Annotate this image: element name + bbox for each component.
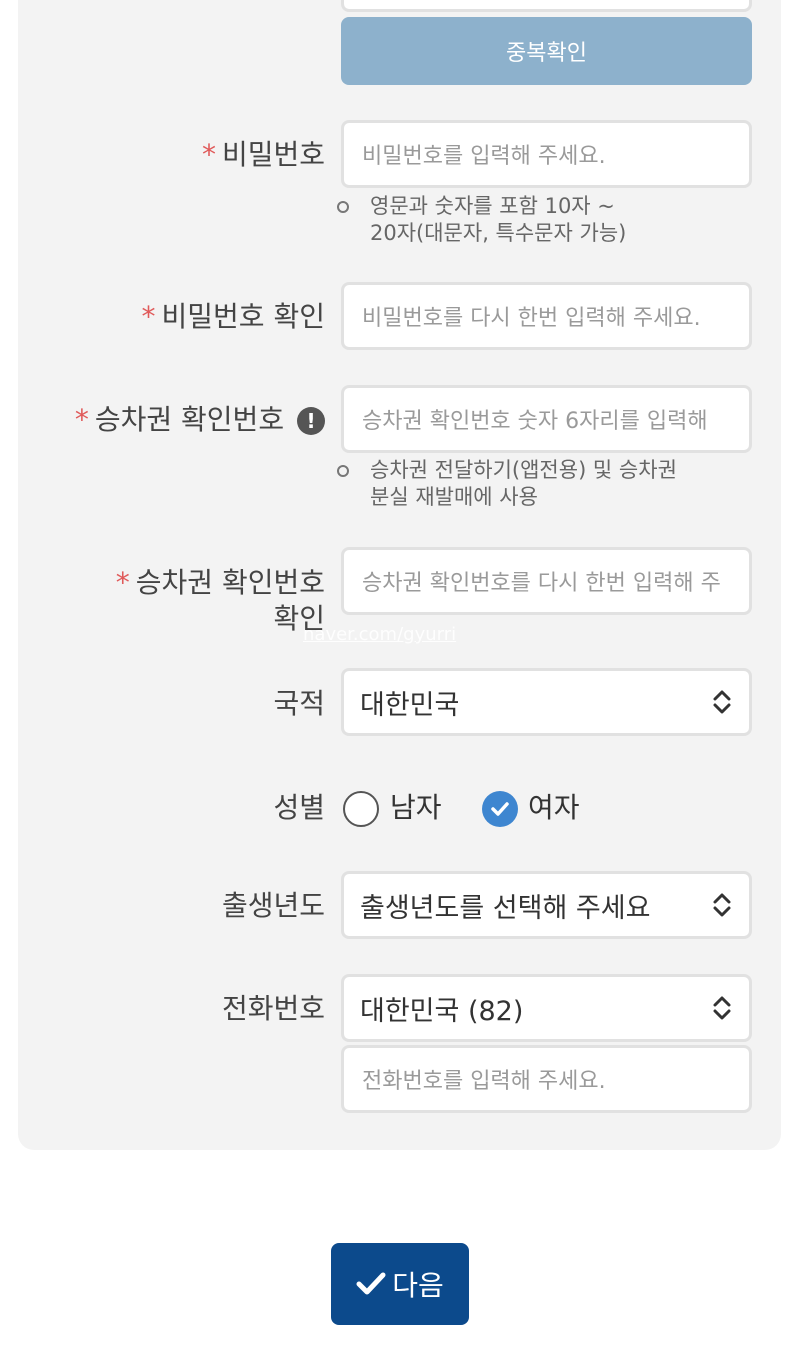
- nationality-label: 국적: [273, 687, 325, 720]
- ticket-pin-confirm-placeholder: 승차권 확인번호를 다시 한번 입력해 주: [362, 571, 721, 596]
- password-label: * 비밀번호: [201, 138, 325, 171]
- hint-bullet: [337, 465, 349, 477]
- check-icon: [356, 1272, 386, 1295]
- next-button-label: 다음: [392, 1269, 444, 1302]
- ticket-pin-confirm-label: * 승차권 확인번호 확인: [115, 566, 325, 635]
- password-hint: 영문과 숫자를 포함 10자 ~ 20자(대문자, 특수문자 가능): [370, 194, 627, 245]
- user-id-input[interactable]: [341, 0, 752, 12]
- chevron-updown-icon: [713, 893, 731, 917]
- phone-country-select[interactable]: 대한민국 (82): [341, 974, 752, 1042]
- phone-label: 전화번호: [221, 992, 325, 1025]
- required-mark: *: [74, 403, 89, 436]
- duplicate-check-label: 중복확인: [506, 41, 587, 66]
- info-icon[interactable]: !: [297, 407, 325, 435]
- password-confirm-label: * 비밀번호 확인: [141, 300, 325, 333]
- watermark-text: naver.com/gyurri: [303, 624, 457, 645]
- password-confirm-placeholder: 비밀번호를 다시 한번 입력해 주세요.: [362, 306, 701, 331]
- phone-number-input[interactable]: 전화번호를 입력해 주세요.: [341, 1045, 752, 1113]
- password-placeholder: 비밀번호를 입력해 주세요.: [362, 144, 606, 169]
- gender-female-label[interactable]: 여자: [528, 790, 580, 826]
- ticket-pin-hint: 승차권 전달하기(앱전용) 및 승차권 분실 재발매에 사용: [370, 458, 677, 509]
- ticket-pin-label: * 승차권 확인번호 !: [75, 402, 325, 438]
- chevron-updown-icon: [713, 690, 731, 714]
- chevron-updown-icon: [713, 996, 731, 1020]
- ticket-pin-input[interactable]: 승차권 확인번호 숫자 6자리를 입력해: [341, 385, 752, 453]
- password-confirm-input[interactable]: 비밀번호를 다시 한번 입력해 주세요.: [341, 282, 752, 350]
- gender-label: 성별: [273, 791, 325, 824]
- required-mark: *: [115, 566, 130, 599]
- gender-male-label[interactable]: 남자: [390, 790, 442, 826]
- password-input[interactable]: 비밀번호를 입력해 주세요.: [341, 120, 752, 188]
- gender-radio-female[interactable]: [482, 791, 518, 827]
- birth-year-label: 출생년도: [221, 889, 325, 922]
- gender-radio-male[interactable]: [343, 791, 379, 827]
- birth-year-value: 출생년도를 선택해 주세요: [360, 892, 651, 924]
- check-icon: [491, 802, 509, 816]
- ticket-pin-confirm-input[interactable]: 승차권 확인번호를 다시 한번 입력해 주: [341, 547, 752, 615]
- hint-bullet: [337, 201, 349, 213]
- phone-country-value: 대한민국 (82): [360, 995, 524, 1027]
- duplicate-check-button[interactable]: 중복확인: [341, 17, 752, 85]
- nationality-value: 대한민국: [360, 689, 460, 721]
- ticket-pin-placeholder: 승차권 확인번호 숫자 6자리를 입력해: [362, 409, 708, 434]
- nationality-select[interactable]: 대한민국: [341, 668, 752, 736]
- required-mark: *: [201, 138, 216, 171]
- birth-year-select[interactable]: 출생년도를 선택해 주세요: [341, 871, 752, 939]
- phone-number-placeholder: 전화번호를 입력해 주세요.: [362, 1069, 606, 1094]
- next-button[interactable]: 다음: [331, 1243, 469, 1325]
- required-mark: *: [141, 300, 156, 333]
